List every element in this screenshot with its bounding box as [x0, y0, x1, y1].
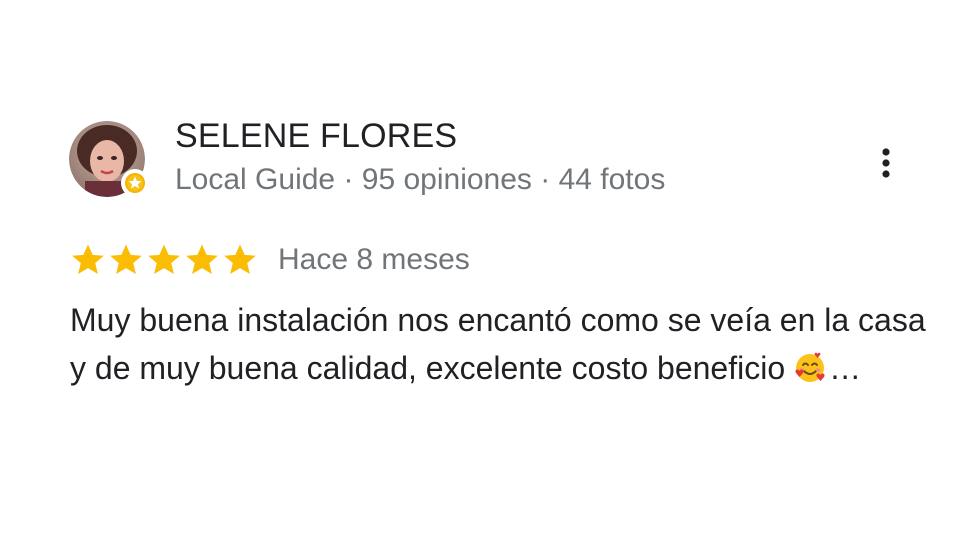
review-date: Hace 8 meses	[278, 243, 470, 276]
more-options-button[interactable]	[868, 140, 904, 186]
star-icon	[222, 243, 258, 277]
author-name[interactable]: SELENE FLORES	[175, 117, 457, 156]
review-ellipsis[interactable]: …	[829, 350, 861, 386]
local-guide-badge-icon	[121, 169, 149, 197]
smiling-face-with-hearts-icon	[793, 350, 827, 398]
rating-row: Hace 8 meses	[70, 240, 470, 280]
star-icon	[108, 243, 144, 277]
star-icon	[70, 243, 106, 277]
star-rating	[70, 243, 258, 277]
author-avatar[interactable]	[69, 121, 149, 199]
review-card: SELENE FLORES Local Guide · 95 opiniones…	[0, 0, 980, 547]
star-icon	[184, 243, 220, 277]
more-vert-icon	[882, 148, 890, 178]
star-icon	[146, 243, 182, 277]
review-text[interactable]: Muy buena instalación nos encantó como s…	[70, 296, 930, 398]
author-meta: Local Guide · 95 opiniones · 44 fotos	[175, 163, 666, 196]
